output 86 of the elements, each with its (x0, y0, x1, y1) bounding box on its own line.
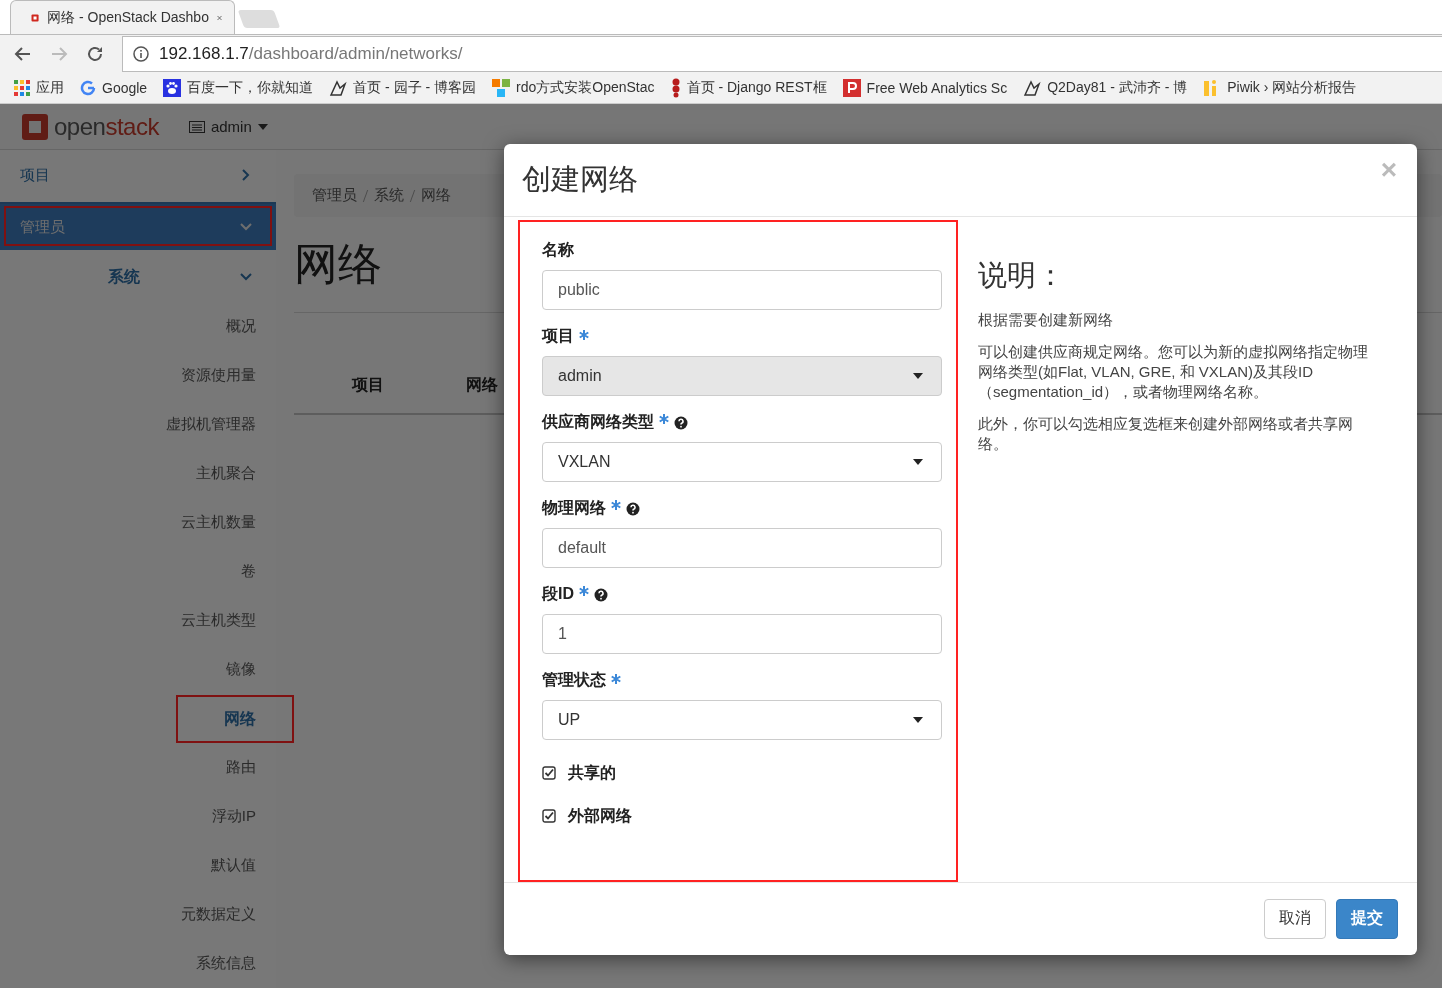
column-header[interactable]: 项目 (352, 375, 384, 413)
field-label: 项目 (542, 325, 574, 346)
project-menu[interactable]: admin (188, 118, 268, 135)
sidebar-item[interactable]: 云主机类型 (0, 596, 276, 645)
address-bar[interactable]: 192.168.1.7/dashboard/admin/networks/ (122, 36, 1442, 73)
breadcrumb-link[interactable]: 系统 (374, 186, 404, 205)
caret-icon (257, 123, 268, 130)
bookmark[interactable]: Piwik › 网站分析报告 (1203, 79, 1357, 98)
sidebar-item[interactable]: 默认值 (0, 841, 276, 890)
sidebar-item[interactable]: 浮动IP (0, 792, 276, 841)
logo-text: openstack (54, 112, 159, 141)
input-field[interactable]: default (542, 527, 942, 568)
bookmark-label: Google (102, 80, 148, 97)
logo[interactable]: openstack (20, 111, 159, 142)
select-field[interactable]: VXLAN (542, 441, 942, 482)
breadcrumb-link[interactable]: 管理员 (312, 186, 357, 205)
bookmark-label: Free Web Analytics Sc (866, 80, 1008, 97)
sidebar-item[interactable]: 镜像 (0, 645, 276, 694)
caret-icon (913, 372, 923, 379)
sidebar-item[interactable]: 元数据定义 (0, 890, 276, 939)
bookmark[interactable]: Free Web Analytics Sc (842, 79, 1008, 98)
bookmark-label: 首页 - Django REST框 (686, 79, 827, 98)
sidebar-item[interactable]: 卷 (0, 547, 276, 596)
field-label: 名称 (542, 239, 574, 260)
sidebar-item[interactable]: 系统 (0, 252, 276, 302)
url-text: 192.168.1.7/dashboard/admin/networks/ (159, 44, 463, 65)
help-text: 此外，你可以勾选相应复选框来创建外部网络或者共享网络。 (978, 413, 1354, 454)
sidebar-item[interactable]: 项目 (0, 150, 276, 200)
input-field[interactable]: 1 (542, 613, 942, 654)
info-icon (133, 46, 149, 63)
field-label: 物理网络 (542, 497, 606, 518)
chevron-icon (240, 271, 252, 283)
breadcrumb-link[interactable]: 网络 (421, 186, 451, 205)
sidebar-item[interactable]: 概况 (0, 302, 276, 351)
bookmark-label: 首页 - 园子 - 博客园 (353, 79, 477, 98)
cube-icon (20, 111, 50, 142)
checkbox-icon[interactable] (542, 766, 556, 781)
column-header[interactable]: 网络 (466, 375, 498, 413)
pen-icon (329, 79, 348, 98)
sidebar-item[interactable]: 云主机数量 (0, 498, 276, 547)
field-label: 段ID (542, 583, 574, 604)
select-field[interactable]: UP (542, 699, 942, 740)
g-letter-icon (80, 80, 96, 97)
browser-tab[interactable]: 网络 - OpenStack Dashbo (10, 0, 235, 34)
help-icon[interactable] (594, 587, 608, 602)
caret-icon (913, 458, 923, 465)
checkbox[interactable]: 外部网络 (542, 794, 632, 838)
cancel-button[interactable]: 取消 (1264, 898, 1326, 939)
input-field[interactable]: public (542, 269, 942, 310)
paw-icon (163, 79, 182, 98)
chevron-icon (240, 169, 252, 181)
pen-icon (1023, 79, 1042, 98)
field-label: 管理状态 (542, 669, 606, 690)
sidebar-item[interactable]: 网络 (178, 697, 292, 741)
checkbox-icon[interactable] (542, 809, 556, 824)
sidebar-item[interactable]: 路由 (0, 743, 276, 792)
bookmark-label: Piwik › 网站分析报告 (1227, 79, 1357, 98)
grid-icon (14, 80, 30, 97)
bookmark[interactable]: 首页 - Django REST框 (670, 78, 827, 99)
help-icon[interactable] (626, 501, 640, 516)
tab-title: 网络 - OpenStack Dashbo (47, 8, 209, 27)
submit-button[interactable]: 提交 (1336, 898, 1398, 939)
bookmark-label: 百度一下，你就知道 (187, 79, 314, 98)
checkbox[interactable]: 共享的 (542, 751, 616, 795)
sidebar-item[interactable]: 管理员 (0, 202, 276, 250)
help-icon[interactable] (674, 415, 688, 430)
sidebar-item[interactable]: 虚拟机管理器 (0, 400, 276, 449)
bookmark[interactable]: 百度一下，你就知道 (163, 79, 314, 98)
reload-icon[interactable] (86, 45, 104, 64)
field-label: 供应商网络类型 (542, 411, 654, 432)
sidebar-item[interactable]: 系统信息 (0, 939, 276, 988)
list-icon (188, 120, 205, 133)
flag-icon (842, 79, 861, 98)
bookmark[interactable]: 应用 (14, 79, 64, 98)
sidebar-item[interactable]: 主机聚合 (0, 449, 276, 498)
help-heading: 说明： (978, 257, 1066, 293)
chevron-icon (240, 221, 252, 233)
help-text: 可以创建供应商规定网络。您可以为新的虚拟网络指定物理网络类型(如Flat, VLAN, GRE, 和 VXLAN)及其段ID（segmentation_id），或者物理网络名称。 (978, 341, 1369, 402)
bookmark-label: 应用 (36, 79, 64, 98)
bookmark[interactable]: Google (80, 80, 148, 97)
bookmark[interactable]: 首页 - 园子 - 博客园 (329, 79, 477, 98)
sidebar-item[interactable]: 资源使用量 (0, 351, 276, 400)
dots-icon (670, 78, 681, 99)
dialog-title: 创建网络 (522, 161, 638, 197)
tiles-icon (492, 79, 511, 98)
caret-icon (913, 716, 923, 723)
